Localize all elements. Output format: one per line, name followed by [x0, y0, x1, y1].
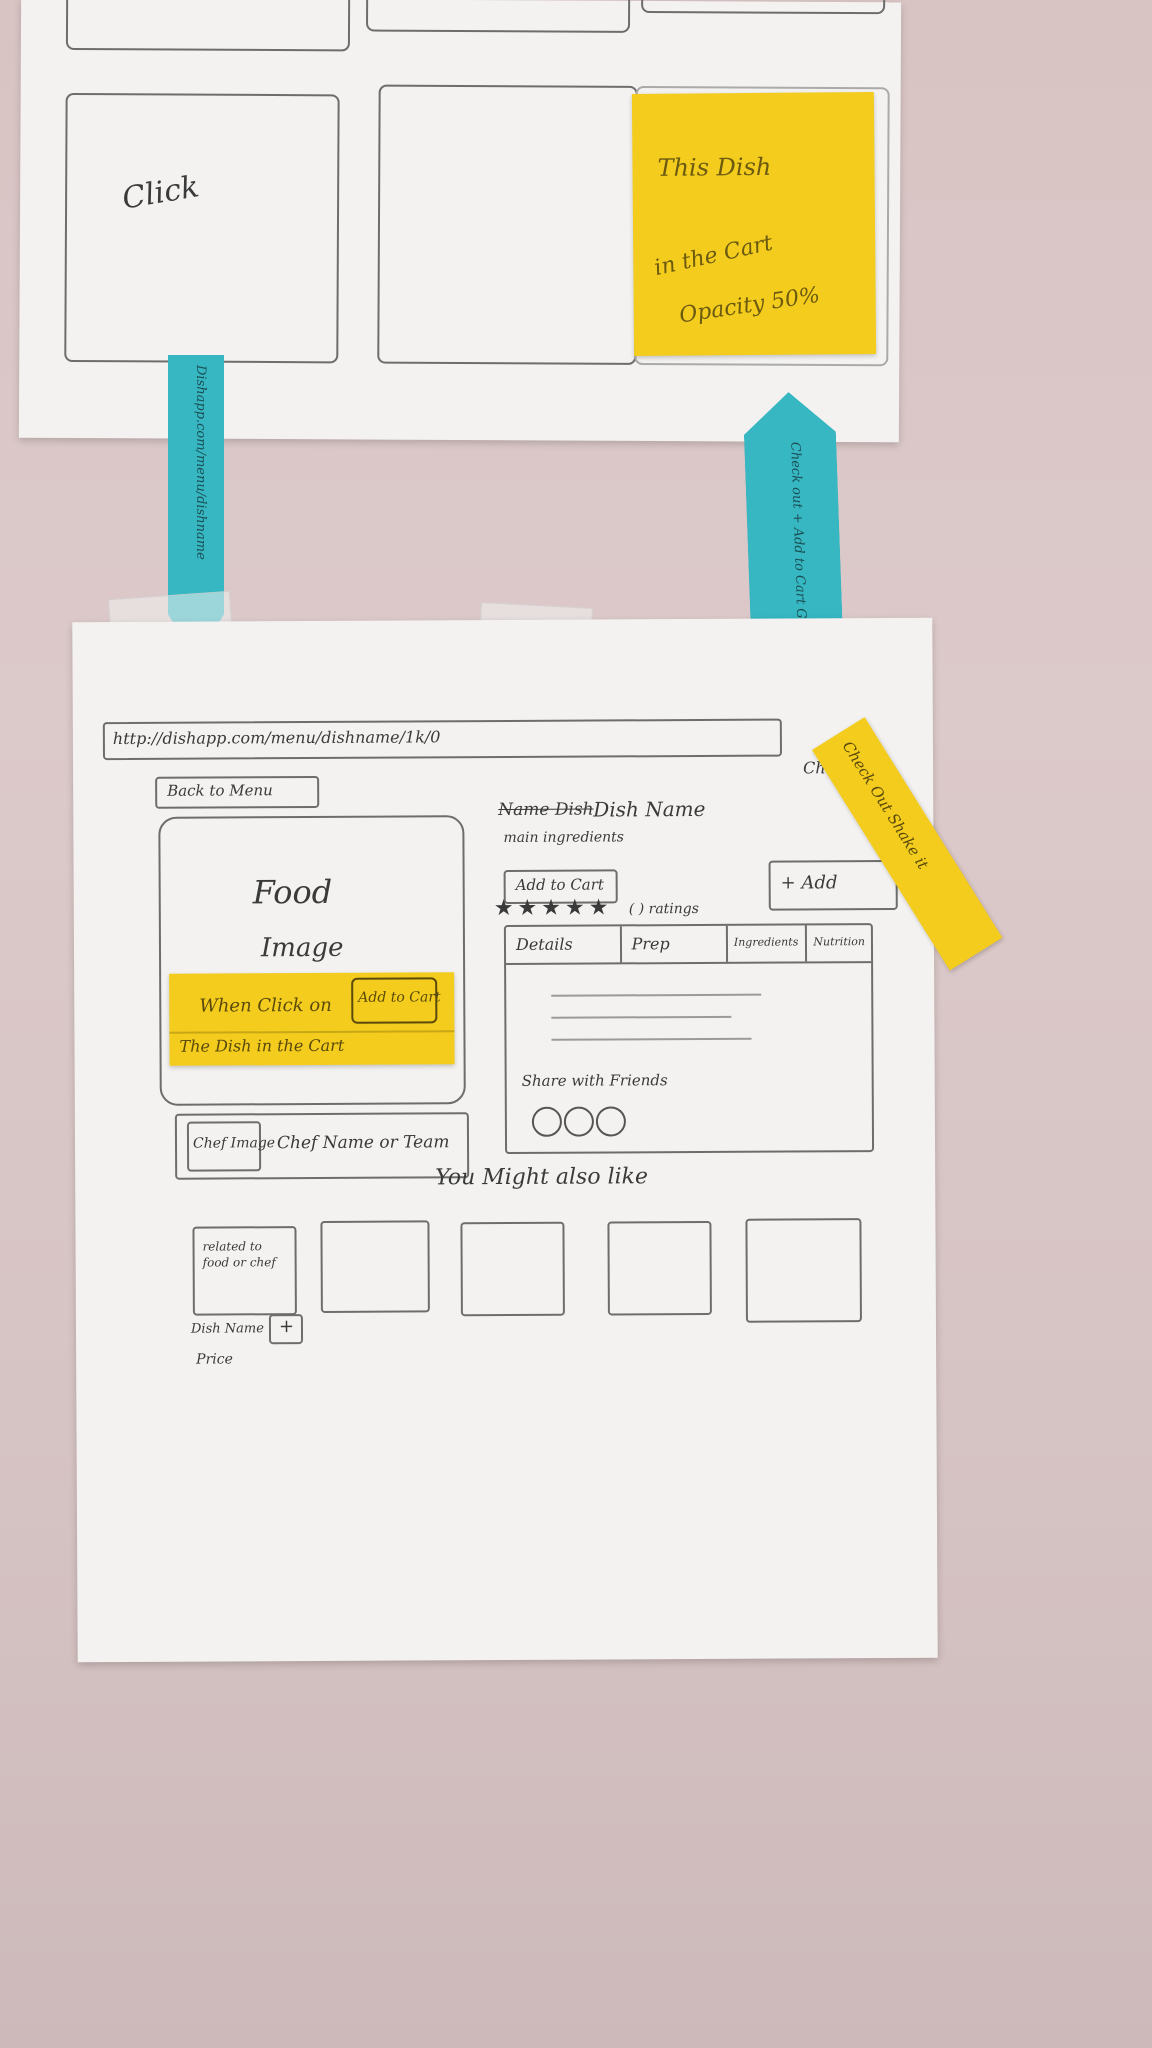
info-tabs-panel: Details Prep Ingredients Nutrition Share… [503, 923, 875, 1154]
dish-name: Dish Name [593, 796, 706, 822]
might-like-heading: You Might also like [435, 1164, 649, 1191]
related-card[interactable] [607, 1220, 712, 1316]
sticky-add-to-cart-note: When Click on Add to Cart The Dish in th… [169, 972, 455, 1066]
sticky-add-to-cart-button[interactable]: Add to Cart [351, 977, 441, 1024]
sticky-note-dish-in-cart: This Dish in the Cart Opacity 50% [631, 91, 877, 357]
sticky-add-to-cart-label: Add to Cart [358, 989, 441, 1006]
plus-icon: + [278, 1316, 295, 1338]
sketch-tile [377, 84, 638, 365]
tab-prep[interactable]: Prep [621, 925, 728, 963]
sticky-line-this-dish: This Dish [657, 152, 772, 182]
share-icon[interactable] [595, 1106, 626, 1137]
food-image-line2: Image [260, 932, 344, 964]
left-arrow-text: Dishapp.com/menu/dishname [193, 365, 208, 560]
sticky-line-in-cart: in the Cart [651, 230, 776, 282]
food-image-line1: Food [252, 872, 333, 912]
top-row-tile [365, 0, 631, 33]
main-ingredients: main ingredients [503, 829, 625, 847]
sticky-click-text: When Click on [199, 994, 332, 1017]
back-to-menu-label: Back to Menu [167, 781, 273, 800]
share-icon[interactable] [531, 1106, 562, 1137]
related-price: Price [196, 1351, 233, 1368]
tab-nutrition[interactable]: Nutrition [807, 925, 871, 961]
placeholder-line [551, 1015, 732, 1019]
chef-row: Chef Image Chef Name or Team [174, 1112, 470, 1180]
add-button[interactable]: + Add [768, 859, 898, 911]
related-dish-name: Dish Name [190, 1321, 264, 1337]
add-button-label: + Add [780, 872, 838, 894]
dish-name-struck: Name Dish [498, 799, 594, 821]
related-card[interactable] [460, 1221, 565, 1317]
chef-name-label: Chef Name or Team [276, 1132, 450, 1154]
chef-image: Chef Image [186, 1121, 275, 1172]
url-bar[interactable]: http://dishapp.com/menu/dishname/1k/0 [102, 718, 782, 761]
related-card[interactable]: related to food or chef [192, 1226, 297, 1316]
ratings-count: ( ) ratings [628, 900, 699, 918]
chef-image-label: Chef Image [192, 1135, 276, 1152]
related-add-button[interactable]: + [268, 1314, 304, 1345]
share-with-friends: Share with Friends [521, 1071, 668, 1090]
sticky-result-text: The Dish in the Cart [179, 1035, 345, 1056]
tab-details[interactable]: Details [505, 926, 622, 963]
tile-click-label: Click [119, 169, 202, 217]
related-card[interactable] [320, 1220, 430, 1313]
sticky-line-opacity: Opacity 50% [677, 282, 822, 329]
url-text: http://dishapp.com/menu/dishname/1k/0 [112, 727, 441, 749]
rating-stars: ★★★★★ [493, 895, 613, 922]
sketch-tile-click: Click [64, 92, 340, 364]
sticky-divider [169, 1030, 455, 1034]
back-to-menu-button[interactable]: Back to Menu [155, 775, 320, 809]
tab-ingredients[interactable]: Ingredients [727, 925, 808, 962]
related-card[interactable] [745, 1218, 862, 1323]
top-row-tile [641, 0, 886, 15]
placeholder-line [551, 993, 762, 997]
placeholder-line [551, 1037, 752, 1041]
top-row-tile [65, 0, 351, 52]
related-card-text: related to food or chef [202, 1239, 276, 1270]
share-icon[interactable] [563, 1106, 594, 1137]
wireframe-paper: http://dishapp.com/menu/dishname/1k/0 Ba… [72, 617, 938, 1663]
add-to-cart-label: Add to Cart [515, 875, 604, 894]
